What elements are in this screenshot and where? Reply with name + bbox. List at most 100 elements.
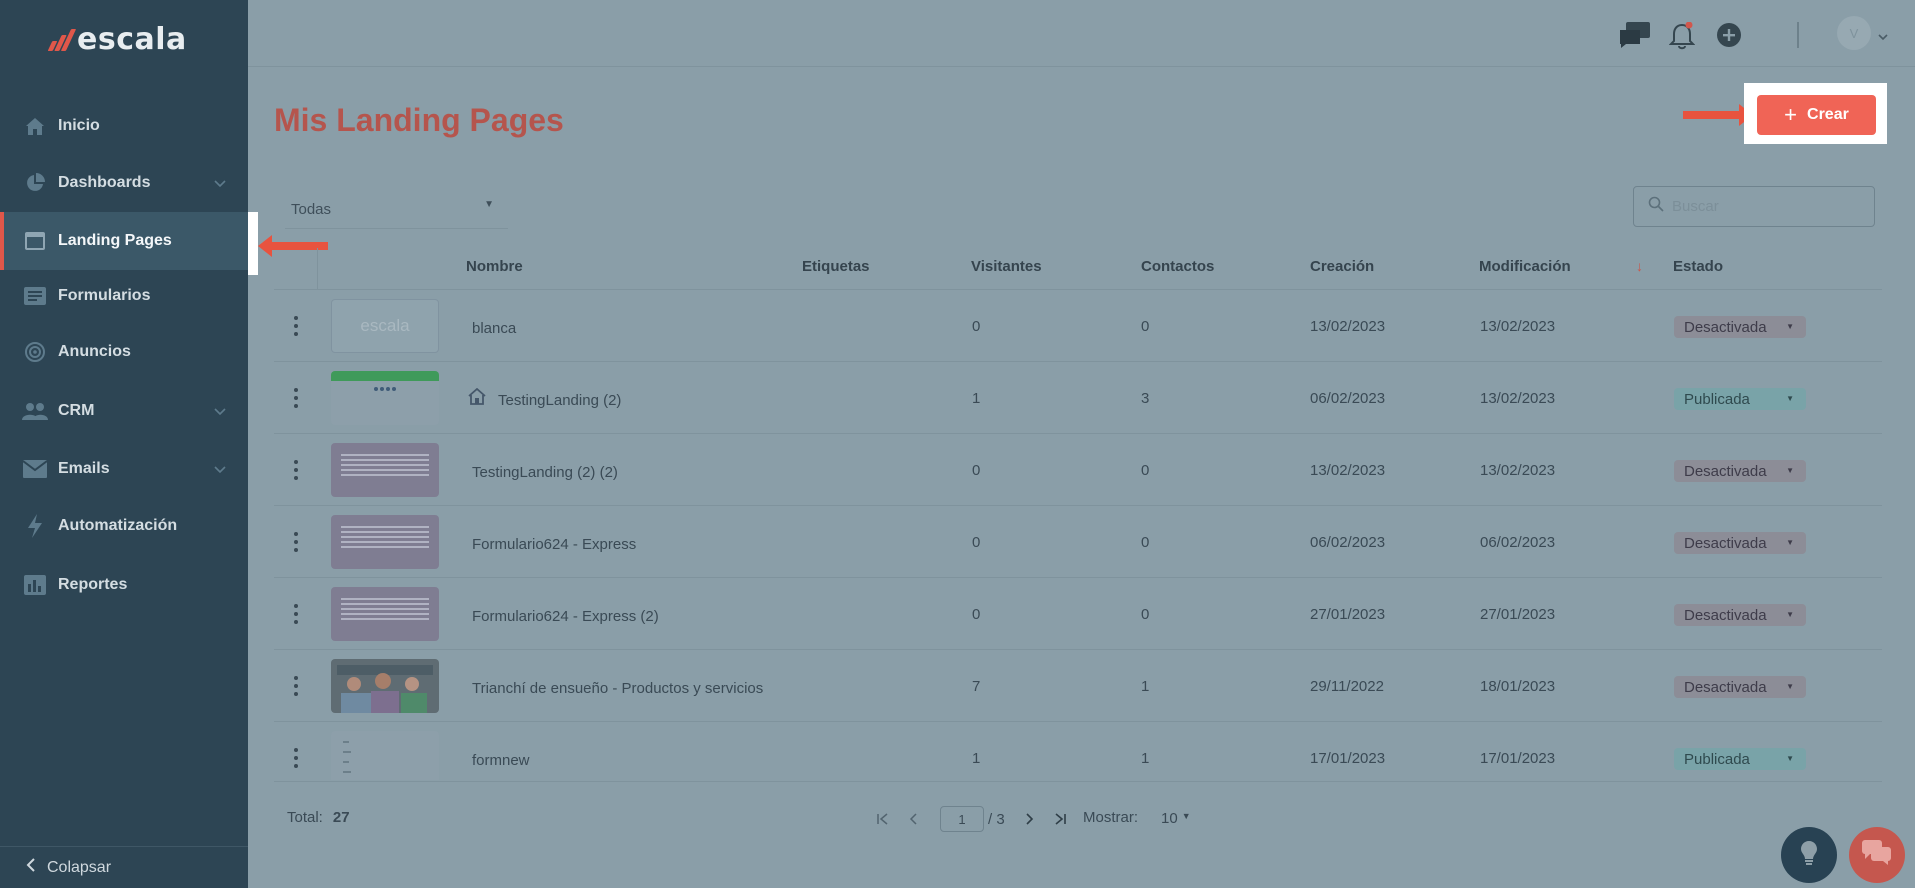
target-icon [22,341,48,363]
tips-button[interactable] [1781,827,1837,883]
table-row[interactable]: TestingLanding (2) 1 3 06/02/2023 13/02/… [274,362,1882,434]
pagination: / 3 [868,805,1075,833]
sort-desc-icon[interactable]: ↓ [1636,258,1643,274]
column-header-estado[interactable]: Estado [1673,258,1723,275]
page-number-input[interactable] [940,806,984,832]
page-size-select[interactable]: 10 ▼ [1161,810,1191,827]
create-button[interactable]: + Crear [1757,95,1876,135]
lightbulb-icon [1800,840,1818,871]
sidebar-item-landing-pages[interactable]: Landing Pages [0,212,248,270]
row-name[interactable]: formnew [472,752,530,769]
status-select[interactable]: Desactivada ▼ [1674,532,1806,554]
page-thumbnail[interactable] [331,443,439,497]
row-contacts: 0 [1141,606,1150,623]
table-row[interactable]: Formulario624 - Express (2) 0 0 27/01/20… [274,578,1882,650]
row-name[interactable]: TestingLanding (2) [498,392,621,409]
table-row[interactable]: Formulario624 - Express 0 0 06/02/2023 0… [274,506,1882,578]
row-menu-icon[interactable] [294,388,298,408]
page-thumbnail[interactable] [331,659,439,713]
row-menu-icon[interactable] [294,316,298,336]
table-row[interactable]: TestingLanding (2) (2) 0 0 13/02/2023 13… [274,434,1882,506]
column-header-etiquetas[interactable]: Etiquetas [802,258,870,275]
row-menu-icon[interactable] [294,604,298,624]
add-circle-icon[interactable] [1716,22,1742,53]
row-menu-icon[interactable] [294,532,298,552]
status-select[interactable]: Desactivada ▼ [1674,460,1806,482]
row-created: 29/11/2022 [1310,678,1384,695]
status-label: Desactivada [1684,678,1767,696]
sidebar-item-dashboards[interactable]: Dashboards [0,155,248,211]
row-created: 06/02/2023 [1310,390,1386,407]
first-page-icon[interactable] [868,805,898,833]
status-select[interactable]: Desactivada ▼ [1674,316,1806,338]
sidebar-item-emails[interactable]: Emails [0,441,248,497]
sidebar-item-formularios[interactable]: Formularios [0,268,248,324]
status-select[interactable]: Publicada ▼ [1674,388,1806,410]
header-handle-cell [274,248,318,290]
top-bar [248,0,1915,67]
sidebar-item-label: Automatización [58,517,178,534]
row-name[interactable]: Formulario624 - Express (2) [472,608,659,625]
sidebar-item-anuncios[interactable]: Anuncios [0,324,248,380]
status-filter-select[interactable]: Todas ▼ [285,191,508,229]
row-created: 13/02/2023 [1310,462,1386,479]
chat-button[interactable] [1849,827,1905,883]
total-value: 27 [332,809,350,826]
page-thumbnail[interactable] [331,515,439,569]
search-input[interactable] [1672,198,1852,215]
row-name[interactable]: TestingLanding (2) (2) [472,464,618,481]
row-visitors: 0 [972,462,981,479]
form-icon [22,285,48,307]
bell-icon[interactable] [1668,21,1696,55]
row-contacts: 0 [1141,534,1150,551]
table-row[interactable]: formnew 1 1 17/01/2023 17/01/2023 Public… [274,722,1882,780]
sidebar-item-crm[interactable]: CRM [0,383,248,439]
status-select[interactable]: Publicada ▼ [1674,748,1806,770]
avatar[interactable]: V [1837,16,1871,50]
row-modified: 18/01/2023 [1480,678,1556,695]
page-thumbnail[interactable]: escala [331,299,439,353]
next-page-icon[interactable] [1015,805,1045,833]
column-header-creacion[interactable]: Creación [1310,258,1374,275]
sidebar-item-reportes[interactable]: Reportes [0,557,248,613]
sidebar-item-label: Reportes [58,576,128,593]
envelope-icon [22,458,48,480]
page-count: / 3 [988,810,1005,828]
status-label: Desactivada [1684,606,1767,624]
create-button-label: Crear [1807,106,1849,123]
sidebar-item-label: Dashboards [58,174,151,191]
row-name[interactable]: Trianchí de ensueño - Productos y servic… [472,680,763,697]
row-menu-icon[interactable] [294,676,298,696]
last-page-icon[interactable] [1045,805,1075,833]
sidebar-item-label: Anuncios [58,343,131,360]
status-select[interactable]: Desactivada ▼ [1674,676,1806,698]
row-menu-icon[interactable] [294,460,298,480]
sidebar-item-inicio[interactable]: Inicio [0,98,248,154]
row-menu-icon[interactable] [294,748,298,768]
chevron-left-icon [26,858,35,877]
caret-down-icon: ▼ [484,199,494,210]
logo-text: escala [77,22,187,57]
column-header-visitantes[interactable]: Visitantes [971,258,1042,275]
page-thumbnail[interactable] [331,731,439,780]
table-row[interactable]: Trianchí de ensueño - Productos y servic… [274,650,1882,722]
prev-page-icon[interactable] [898,805,928,833]
row-contacts: 1 [1141,750,1150,767]
chevron-down-icon[interactable] [1878,28,1888,46]
status-select[interactable]: Desactivada ▼ [1674,604,1806,626]
column-header-nombre[interactable]: Nombre [466,258,523,275]
page-thumbnail[interactable] [331,371,439,425]
sidebar-item-automatizacion[interactable]: Automatización [0,498,248,554]
column-header-contactos[interactable]: Contactos [1141,258,1214,275]
row-name[interactable]: blanca [472,320,516,337]
table-row[interactable]: escala blanca 0 0 13/02/2023 13/02/2023 … [274,290,1882,362]
collapse-sidebar-button[interactable]: Colapsar [0,846,248,888]
caret-down-icon: ▼ [1786,682,1794,691]
column-header-modificacion[interactable]: Modificación [1479,258,1571,275]
logo[interactable]: escala [47,22,187,57]
search-box[interactable] [1633,186,1875,227]
row-name[interactable]: Formulario624 - Express [472,536,636,553]
chat-bubbles-icon[interactable] [1620,22,1650,53]
row-contacts: 0 [1141,318,1150,335]
page-thumbnail[interactable] [331,587,439,641]
